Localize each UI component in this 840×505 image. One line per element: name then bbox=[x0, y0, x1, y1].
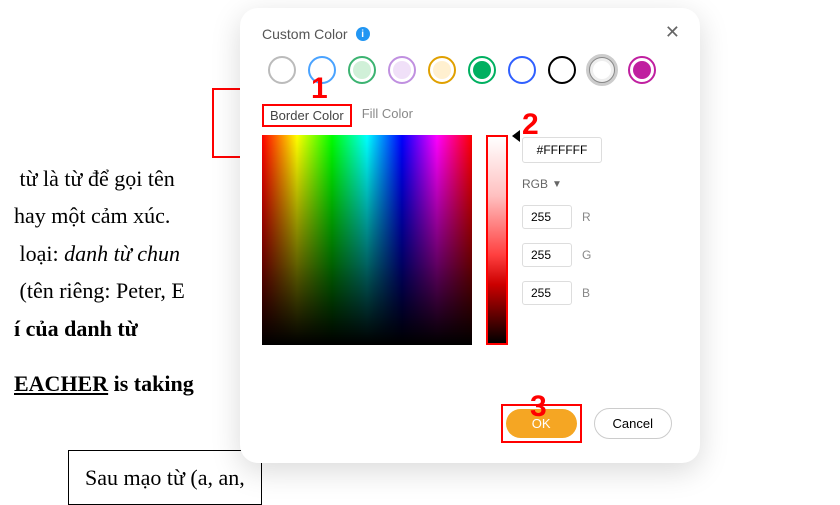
color-swatches bbox=[262, 56, 678, 84]
color-gradient[interactable] bbox=[262, 135, 472, 345]
b-input[interactable]: 255 bbox=[522, 281, 572, 305]
r-input[interactable]: 255 bbox=[522, 205, 572, 229]
swatch-8[interactable] bbox=[588, 56, 616, 84]
swatch-0[interactable] bbox=[268, 56, 296, 84]
hue-indicator-icon bbox=[512, 130, 520, 142]
chevron-down-icon: ▼ bbox=[552, 179, 562, 190]
doc-table-cell: Sau mạo từ (a, an, bbox=[68, 450, 262, 505]
swatch-4[interactable] bbox=[428, 56, 456, 84]
custom-color-dialog: ✕ Custom Color i Border Color Fill Color… bbox=[240, 8, 700, 463]
b-label: B bbox=[582, 286, 590, 300]
r-label: R bbox=[582, 210, 591, 224]
ok-button[interactable]: OK bbox=[506, 409, 577, 438]
swatch-6[interactable] bbox=[508, 56, 536, 84]
hue-slider[interactable] bbox=[486, 135, 508, 345]
swatch-7[interactable] bbox=[548, 56, 576, 84]
info-icon[interactable]: i bbox=[356, 27, 370, 41]
swatch-3[interactable] bbox=[388, 56, 416, 84]
swatch-5[interactable] bbox=[468, 56, 496, 84]
swatch-9[interactable] bbox=[628, 56, 656, 84]
tab-fill-color[interactable]: Fill Color bbox=[358, 104, 417, 127]
ok-highlight: OK bbox=[501, 404, 582, 443]
close-button[interactable]: ✕ bbox=[665, 22, 680, 43]
dialog-title: Custom Color i bbox=[262, 26, 678, 42]
hex-value[interactable]: #FFFFFF bbox=[522, 137, 602, 163]
g-label: G bbox=[582, 248, 591, 262]
g-input[interactable]: 255 bbox=[522, 243, 572, 267]
tab-border-color[interactable]: Border Color bbox=[262, 104, 352, 127]
cancel-button[interactable]: Cancel bbox=[594, 408, 672, 439]
color-tabs: Border Color Fill Color bbox=[262, 104, 678, 127]
swatch-2[interactable] bbox=[348, 56, 376, 84]
swatch-1[interactable] bbox=[308, 56, 336, 84]
color-mode-select[interactable]: RGB▼ bbox=[522, 177, 602, 191]
